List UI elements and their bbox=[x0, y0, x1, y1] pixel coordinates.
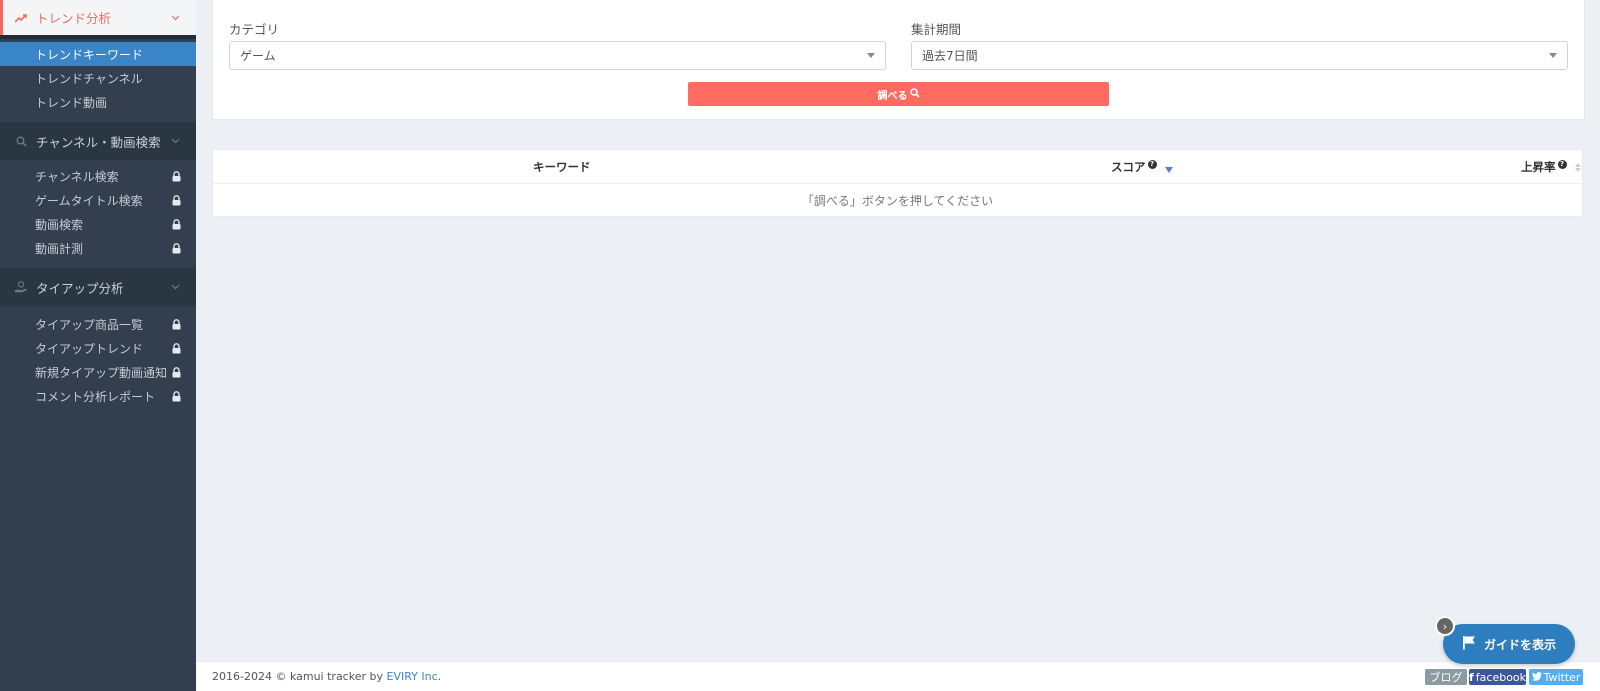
filter-panel: カテゴリ ゲーム 集計期間 過去7日間 調べる bbox=[212, 0, 1585, 120]
category-select[interactable]: ゲーム bbox=[229, 41, 886, 70]
lock-icon bbox=[172, 242, 181, 254]
trend-up-icon bbox=[14, 11, 28, 25]
lock-icon bbox=[172, 194, 181, 206]
lock-icon bbox=[172, 366, 181, 378]
sidebar-item-label: タイアップトレンド bbox=[35, 341, 144, 356]
flag-icon bbox=[1462, 635, 1476, 653]
sidebar-section-label: チャンネル・動画検索 bbox=[36, 134, 161, 150]
period-label: 集計期間 bbox=[911, 22, 962, 37]
search-button[interactable]: 調べる bbox=[688, 82, 1109, 106]
table-header-divider bbox=[213, 183, 1582, 184]
blog-label: ブログ bbox=[1429, 671, 1463, 684]
sidebar-item-channel-search[interactable]: チャンネル検索 bbox=[0, 164, 196, 188]
footer: 2016-2024 © kamui tracker by EVIRY Inc. … bbox=[196, 661, 1600, 691]
blog-button[interactable]: ブログ bbox=[1425, 669, 1467, 685]
sidebar-item-trend-channel[interactable]: トレンドチャンネル bbox=[0, 66, 196, 90]
facebook-icon: f bbox=[1468, 670, 1474, 684]
copyright-text: 2016-2024 © kamui tracker by bbox=[212, 670, 387, 683]
facebook-button[interactable]: f facebook bbox=[1469, 669, 1526, 685]
sidebar-item-label: トレンド動画 bbox=[35, 95, 108, 110]
help-icon[interactable]: ? bbox=[1557, 159, 1567, 169]
sidebar-item-comment-report[interactable]: コメント分析レポート bbox=[0, 384, 196, 408]
empty-state-message: 「調べる」ボタンを押してください bbox=[801, 194, 994, 208]
sidebar-section-tieup-analysis[interactable]: タイアップ分析 bbox=[0, 268, 196, 306]
column-header-score[interactable]: スコア ? bbox=[1111, 159, 1173, 175]
lock-icon bbox=[172, 170, 181, 182]
sidebar-item-label: 動画計測 bbox=[35, 241, 84, 256]
twitter-icon bbox=[1531, 671, 1542, 684]
guide-close-button[interactable]: › bbox=[1435, 616, 1455, 636]
sort-both-icon bbox=[1574, 162, 1581, 172]
sidebar-item-label: 動画検索 bbox=[35, 217, 84, 232]
twitter-label: Twitter bbox=[1543, 670, 1581, 684]
help-icon[interactable]: ? bbox=[1147, 159, 1157, 169]
sidebar-item-label: タイアップ商品一覧 bbox=[35, 317, 144, 332]
facebook-label: facebook bbox=[1475, 670, 1527, 684]
chevron-down-icon bbox=[170, 136, 180, 146]
sidebar-item-game-title-search[interactable]: ゲームタイトル検索 bbox=[0, 188, 196, 212]
column-header-rise-rate[interactable]: 上昇率 ? bbox=[1521, 159, 1581, 175]
lock-icon bbox=[172, 342, 181, 354]
lock-icon bbox=[172, 218, 181, 230]
chevron-right-icon: › bbox=[1442, 619, 1448, 633]
caret-down-icon bbox=[867, 53, 875, 58]
sidebar-item-label: 新規タイアップ動画通知 bbox=[35, 365, 168, 380]
sidebar-section-channel-video-search[interactable]: チャンネル・動画検索 bbox=[0, 122, 196, 160]
sidebar-item-label: トレンドチャンネル bbox=[35, 71, 143, 86]
sidebar-item-label: ゲームタイトル検索 bbox=[35, 193, 143, 208]
sidebar-section-label: トレンド分析 bbox=[36, 11, 112, 26]
sidebar-item-tieup-products[interactable]: タイアップ商品一覧 bbox=[0, 312, 196, 336]
sidebar: トレンド分析 トレンドキーワード トレンドチャンネル トレンド動画 チャンネル・… bbox=[0, 0, 196, 691]
hand-money-icon bbox=[14, 280, 28, 294]
sidebar-item-tieup-trend[interactable]: タイアップトレンド bbox=[0, 336, 196, 360]
caret-down-icon bbox=[1549, 53, 1557, 58]
chevron-down-icon bbox=[170, 282, 180, 292]
sort-desc-icon bbox=[1164, 167, 1173, 173]
footer-copyright: 2016-2024 © kamui tracker by EVIRY Inc. bbox=[212, 670, 441, 683]
column-header-keyword[interactable]: キーワード bbox=[533, 159, 591, 175]
company-link[interactable]: EVIRY Inc bbox=[387, 670, 438, 683]
chevron-down-icon bbox=[170, 13, 180, 23]
period-select-value: 過去7日間 bbox=[922, 49, 978, 63]
search-icon bbox=[909, 87, 920, 101]
sidebar-item-video-search[interactable]: 動画検索 bbox=[0, 212, 196, 236]
sidebar-divider bbox=[0, 35, 196, 39]
twitter-button[interactable]: Twitter bbox=[1529, 669, 1583, 685]
show-guide-label: ガイドを表示 bbox=[1483, 637, 1556, 652]
column-header-label: 上昇率 bbox=[1521, 160, 1556, 174]
period-select[interactable]: 過去7日間 bbox=[911, 41, 1568, 70]
search-button-label: 調べる bbox=[877, 90, 908, 102]
category-select-value: ゲーム bbox=[240, 49, 276, 63]
sidebar-item-label: チャンネル検索 bbox=[35, 169, 119, 184]
sidebar-item-video-measurement[interactable]: 動画計測 bbox=[0, 236, 196, 260]
sidebar-item-new-tieup-notify[interactable]: 新規タイアップ動画通知 bbox=[0, 360, 196, 384]
sidebar-section-label: タイアップ分析 bbox=[36, 280, 124, 296]
show-guide-button[interactable]: ガイドを表示 bbox=[1443, 624, 1575, 664]
lock-icon bbox=[172, 390, 181, 402]
copyright-period: . bbox=[437, 670, 442, 683]
column-header-label: キーワード bbox=[533, 160, 591, 174]
sidebar-item-trend-keyword[interactable]: トレンドキーワード bbox=[0, 42, 196, 66]
sidebar-section-trend-analysis[interactable]: トレンド分析 bbox=[0, 0, 196, 35]
sidebar-item-label: コメント分析レポート bbox=[35, 389, 156, 404]
sidebar-item-trend-video[interactable]: トレンド動画 bbox=[0, 90, 196, 114]
search-icon bbox=[14, 134, 28, 148]
sidebar-item-label: トレンドキーワード bbox=[35, 47, 144, 62]
column-header-label: スコア bbox=[1111, 160, 1146, 174]
lock-icon bbox=[172, 318, 181, 330]
category-label: カテゴリ bbox=[229, 22, 280, 37]
results-table: キーワード スコア ? 上昇率 ? 「調べる」ボタンを押してください bbox=[212, 149, 1583, 217]
